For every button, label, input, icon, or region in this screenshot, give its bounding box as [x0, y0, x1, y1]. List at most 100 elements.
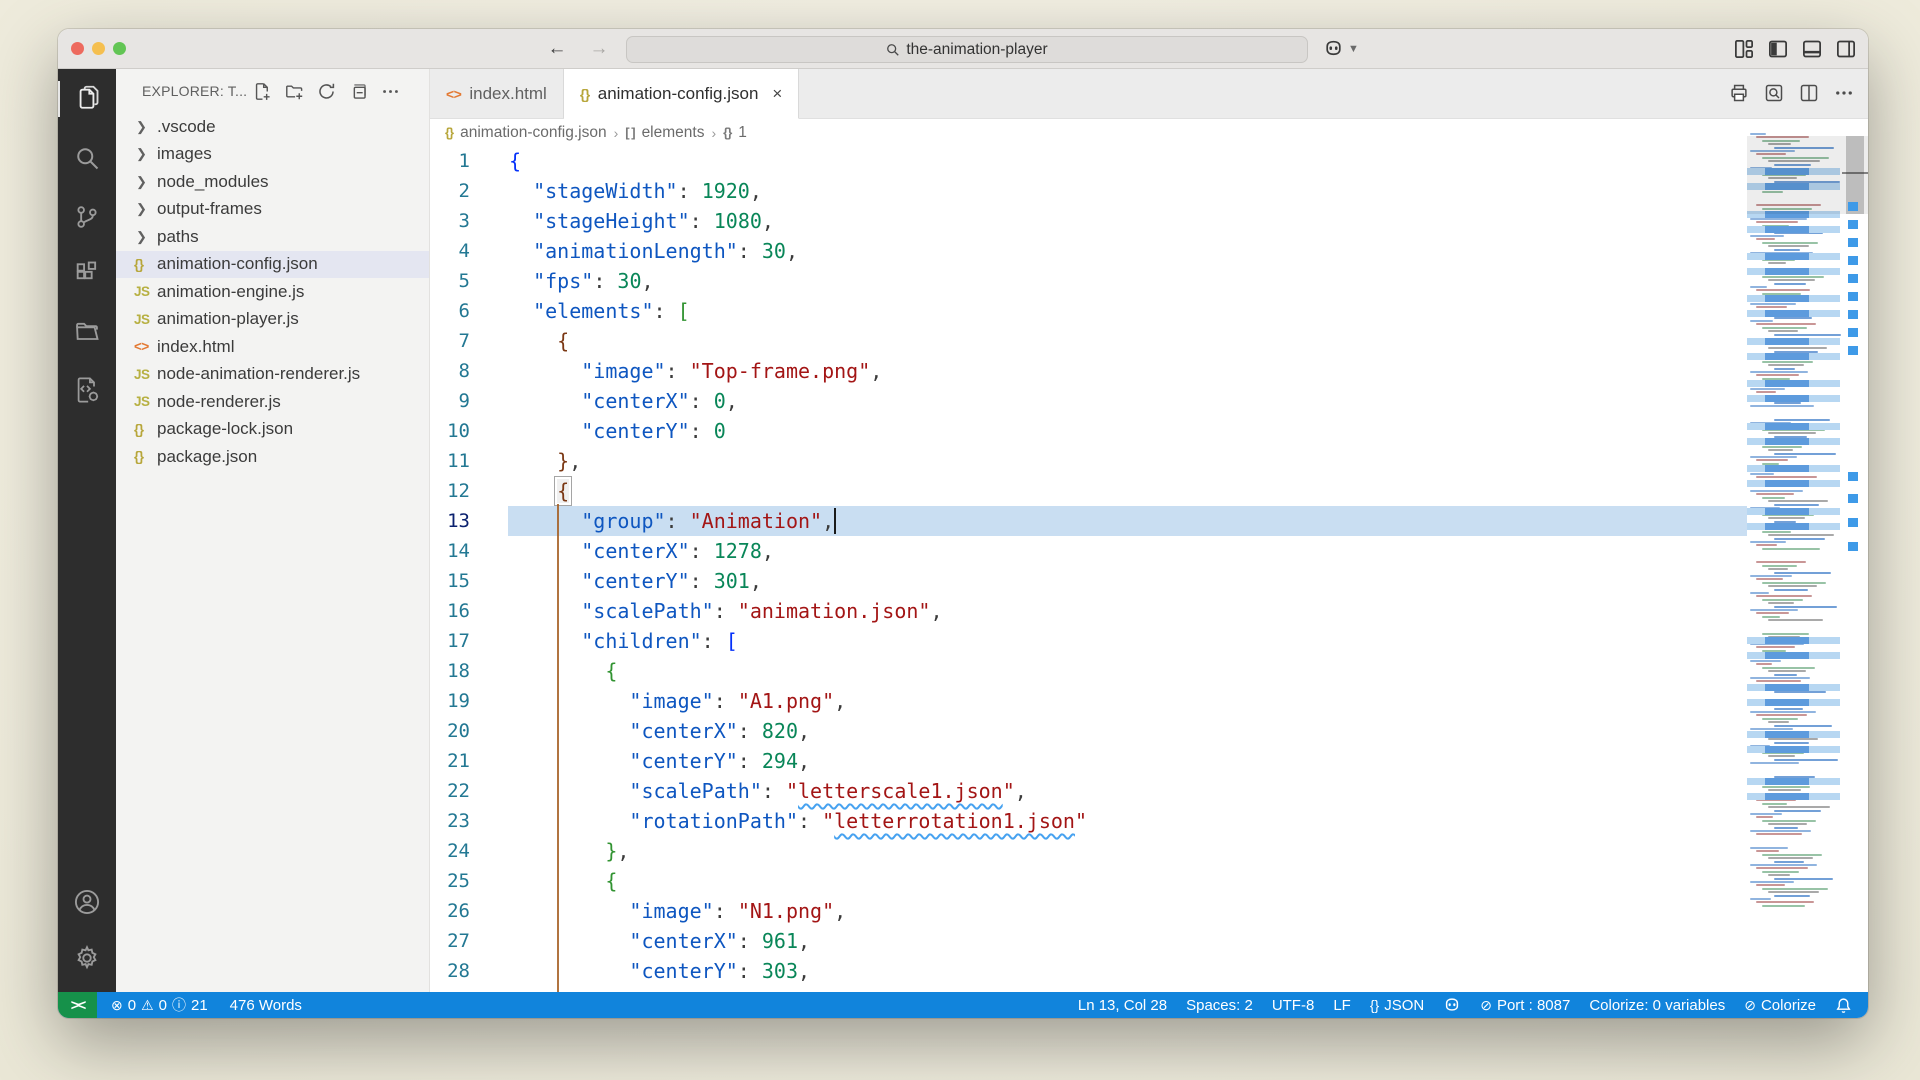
eol-status[interactable]: LF: [1333, 997, 1351, 1014]
code-line-24[interactable]: 24 },: [430, 836, 1868, 866]
line-number[interactable]: 23: [430, 806, 470, 836]
line-number[interactable]: 15: [430, 566, 470, 596]
line-number[interactable]: 7: [430, 326, 470, 356]
navigate-forward-button[interactable]: →: [586, 36, 612, 62]
line-number[interactable]: 3: [430, 206, 470, 236]
line-number[interactable]: 4: [430, 236, 470, 266]
line-number[interactable]: 9: [430, 386, 470, 416]
code-line-26[interactable]: 26 "image": "N1.png",: [430, 896, 1868, 926]
line-number[interactable]: 13: [430, 506, 470, 536]
new-file-icon[interactable]: [252, 81, 272, 101]
code-line-20[interactable]: 20 "centerX": 820,: [430, 716, 1868, 746]
copilot-menu[interactable]: ▼: [1323, 38, 1359, 59]
extensions-activity-icon[interactable]: [58, 249, 116, 297]
code-line-7[interactable]: 7 {: [430, 326, 1868, 356]
code-line-17[interactable]: 17 "children": [: [430, 626, 1868, 656]
line-number[interactable]: 25: [430, 866, 470, 896]
more-actions-icon[interactable]: [380, 81, 400, 101]
line-number[interactable]: 24: [430, 836, 470, 866]
minimize-window-button[interactable]: [92, 42, 105, 55]
file-item-index.html[interactable]: <>index.html: [116, 333, 429, 361]
refresh-icon[interactable]: [316, 81, 336, 101]
more-actions-icon[interactable]: [1834, 83, 1854, 103]
folder-item-node_modules[interactable]: ❯node_modules: [116, 168, 429, 196]
file-item-node-renderer.js[interactable]: JSnode-renderer.js: [116, 388, 429, 416]
code-line-2[interactable]: 2 "stageWidth": 1920,: [430, 176, 1868, 206]
problems-status[interactable]: ⊗ 0 ⚠ 0 ⓘ 21: [111, 995, 208, 1015]
code-line-6[interactable]: 6 "elements": [: [430, 296, 1868, 326]
notifications-bell[interactable]: [1835, 997, 1852, 1014]
accounts-icon[interactable]: [58, 878, 116, 926]
encoding-status[interactable]: UTF-8: [1272, 997, 1315, 1014]
folder-item-paths[interactable]: ❯paths: [116, 223, 429, 251]
line-number[interactable]: 28: [430, 956, 470, 986]
print-icon[interactable]: [1729, 83, 1749, 103]
file-item-package.json[interactable]: {}package.json: [116, 443, 429, 471]
code-line-21[interactable]: 21 "centerY": 294,: [430, 746, 1868, 776]
line-number[interactable]: 27: [430, 926, 470, 956]
settings-gear-icon[interactable]: [58, 934, 116, 982]
tab-animation-config-json[interactable]: {} animation-config.json ×: [564, 69, 800, 119]
explorer-activity-icon[interactable]: [58, 75, 116, 123]
code-line-5[interactable]: 5 "fps": 30,: [430, 266, 1868, 296]
line-number[interactable]: 22: [430, 776, 470, 806]
line-number[interactable]: 20: [430, 716, 470, 746]
code-line-14[interactable]: 14 "centerX": 1278,: [430, 536, 1868, 566]
close-tab-icon[interactable]: ×: [772, 84, 782, 104]
folder-view-activity-icon[interactable]: [58, 308, 116, 356]
breadcrumb-file[interactable]: animation-config.json: [460, 124, 606, 142]
code-line-23[interactable]: 23 "rotationPath": "letterrotation1.json…: [430, 806, 1868, 836]
line-number[interactable]: 18: [430, 656, 470, 686]
indentation-status[interactable]: Spaces: 2: [1186, 997, 1253, 1014]
line-number[interactable]: 19: [430, 686, 470, 716]
file-item-animation-player.js[interactable]: JSanimation-player.js: [116, 306, 429, 334]
line-number[interactable]: 21: [430, 746, 470, 776]
close-window-button[interactable]: [71, 42, 84, 55]
code-line-25[interactable]: 25 {: [430, 866, 1868, 896]
remote-indicator-button[interactable]: ><: [58, 992, 97, 1018]
line-number[interactable]: 1: [430, 146, 470, 176]
line-number[interactable]: 17: [430, 626, 470, 656]
code-line-27[interactable]: 27 "centerX": 961,: [430, 926, 1868, 956]
line-number[interactable]: 2: [430, 176, 470, 206]
toggle-panel-icon[interactable]: [1802, 39, 1822, 59]
command-center-search[interactable]: the-animation-player: [626, 36, 1308, 63]
line-number[interactable]: 11: [430, 446, 470, 476]
file-item-node-animation-renderer.js[interactable]: JSnode-animation-renderer.js: [116, 361, 429, 389]
line-number[interactable]: 26: [430, 896, 470, 926]
language-mode-status[interactable]: {} JSON: [1370, 997, 1424, 1014]
code-editor[interactable]: 1{2 "stageWidth": 1920,3 "stageHeight": …: [430, 146, 1868, 992]
code-line-10[interactable]: 10 "centerY": 0: [430, 416, 1868, 446]
source-control-activity-icon[interactable]: [58, 193, 116, 241]
line-number[interactable]: 12: [430, 476, 470, 506]
line-number[interactable]: 16: [430, 596, 470, 626]
breadcrumb-elements[interactable]: elements: [642, 124, 705, 142]
collapse-folders-icon[interactable]: [348, 81, 368, 101]
word-count-status[interactable]: 476 Words: [230, 997, 302, 1014]
code-line-13[interactable]: 13 "group": "Animation",: [430, 506, 1868, 536]
zoom-window-button[interactable]: [113, 42, 126, 55]
toggle-primary-sidebar-icon[interactable]: [1768, 39, 1788, 59]
customize-layout-icon[interactable]: [1734, 39, 1754, 59]
code-line-19[interactable]: 19 "image": "A1.png",: [430, 686, 1868, 716]
code-line-16[interactable]: 16 "scalePath": "animation.json",: [430, 596, 1868, 626]
code-line-12[interactable]: 12 {: [430, 476, 1868, 506]
tab-index-html[interactable]: <> index.html: [430, 69, 564, 118]
open-preview-icon[interactable]: [1764, 83, 1784, 103]
minimap[interactable]: [1747, 119, 1868, 992]
live-server-port-status[interactable]: ⊘ Port : 8087: [1480, 997, 1570, 1014]
line-number[interactable]: 14: [430, 536, 470, 566]
code-line-22[interactable]: 22 "scalePath": "letterscale1.json",: [430, 776, 1868, 806]
code-line-11[interactable]: 11 },: [430, 446, 1868, 476]
copilot-status[interactable]: [1443, 996, 1461, 1014]
code-line-15[interactable]: 15 "centerY": 301,: [430, 566, 1868, 596]
line-number[interactable]: 6: [430, 296, 470, 326]
cursor-position-status[interactable]: Ln 13, Col 28: [1078, 997, 1167, 1014]
code-line-8[interactable]: 8 "image": "Top-frame.png",: [430, 356, 1868, 386]
code-line-3[interactable]: 3 "stageHeight": 1080,: [430, 206, 1868, 236]
new-folder-icon[interactable]: [284, 81, 304, 101]
colorize-status[interactable]: ⊘ Colorize: [1744, 997, 1816, 1014]
folder-item-images[interactable]: ❯images: [116, 141, 429, 169]
line-number[interactable]: 8: [430, 356, 470, 386]
code-runner-activity-icon[interactable]: [58, 366, 116, 414]
